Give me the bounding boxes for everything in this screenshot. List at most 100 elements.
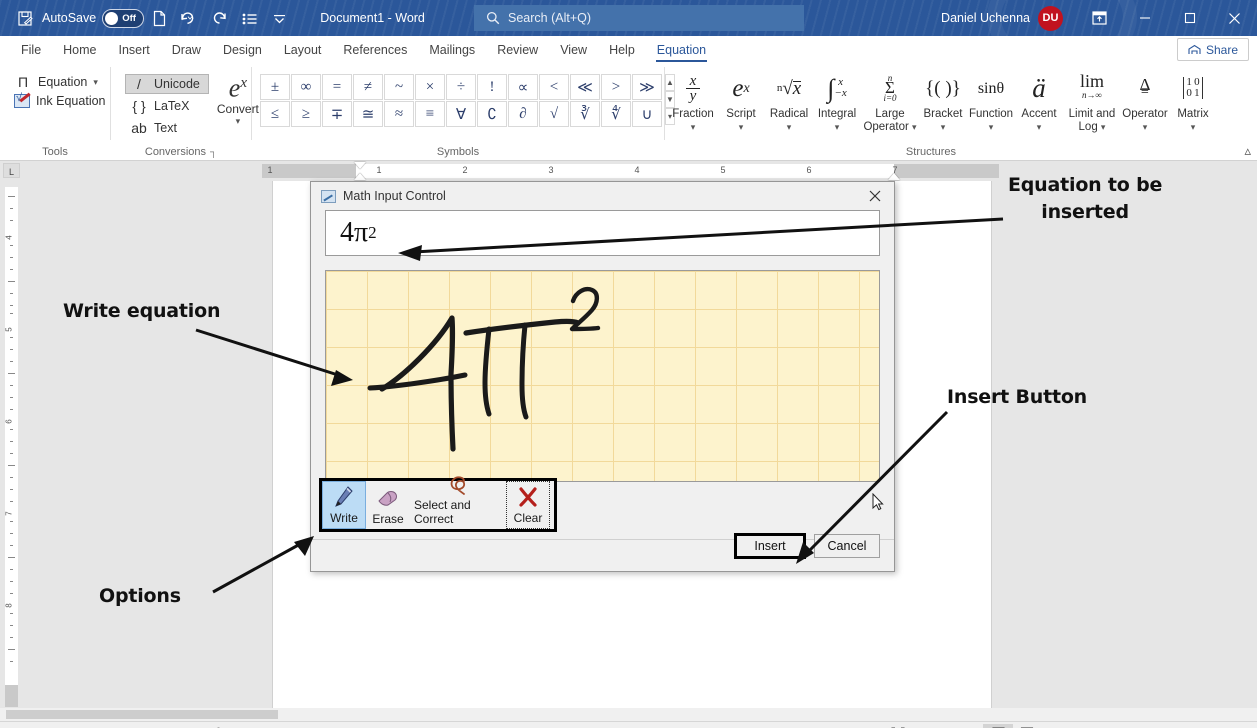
chevron-down-icon[interactable]: ▾ <box>941 121 946 134</box>
dialog-close-button[interactable] <box>862 185 888 207</box>
chevron-down-icon[interactable]: ▾ <box>1101 122 1106 132</box>
conversion-unicode[interactable]: / Unicode <box>125 74 209 94</box>
chevron-down-icon[interactable]: ▾ <box>236 116 241 127</box>
redo-icon[interactable] <box>204 4 234 32</box>
symbol-button[interactable]: < <box>539 74 569 100</box>
new-document-icon[interactable] <box>144 4 174 32</box>
ribbon-display-options-icon[interactable] <box>1077 0 1122 36</box>
tab-help[interactable]: Help <box>598 36 646 63</box>
chevron-down-icon[interactable]: ▾ <box>739 121 744 134</box>
tab-equation[interactable]: Equation <box>646 36 717 63</box>
chevron-down-icon[interactable]: ▾ <box>1143 121 1148 134</box>
symbol-button[interactable]: = <box>322 74 352 100</box>
tab-draw[interactable]: Draw <box>161 36 212 63</box>
symbol-button[interactable]: > <box>601 74 631 100</box>
symbol-button[interactable]: ∞ <box>291 74 321 100</box>
tool-erase[interactable]: Erase <box>366 481 410 529</box>
symbol-button[interactable]: ≪ <box>570 74 600 100</box>
structure-bracket[interactable]: {( )} Bracket ▾ <box>919 68 967 134</box>
structure-function[interactable]: sinθ Function ▾ <box>967 68 1015 134</box>
first-line-indent-marker[interactable] <box>354 162 366 169</box>
symbol-button[interactable]: ∓ <box>322 101 352 127</box>
avatar[interactable]: DU <box>1038 6 1063 31</box>
symbol-button[interactable]: ≡ <box>415 101 445 127</box>
symbol-button[interactable]: √ <box>539 101 569 127</box>
tab-home[interactable]: Home <box>52 36 107 63</box>
conversion-text[interactable]: ab Text <box>125 118 209 138</box>
tab-design[interactable]: Design <box>212 36 273 63</box>
structure-limit-and-log[interactable]: limn→∞ Limit andLog ▾ <box>1063 68 1121 134</box>
structure-integral[interactable]: ∫x−x Integral ▾ <box>813 68 861 134</box>
math-input-control-dialog[interactable]: Math Input Control 4π2 <box>310 181 895 572</box>
tool-write[interactable]: Write <box>322 481 366 529</box>
symbol-button[interactable]: ~ <box>384 74 414 100</box>
symbol-button[interactable]: × <box>415 74 445 100</box>
symbol-button[interactable]: ≠ <box>353 74 383 100</box>
close-button[interactable] <box>1212 0 1257 36</box>
dialog-launcher-icon[interactable]: ┐ <box>210 147 217 158</box>
symbol-button[interactable]: ∛ <box>570 101 600 127</box>
chevron-down-icon[interactable]: ▾ <box>1037 121 1042 134</box>
conversion-latex[interactable]: { } LaTeX <box>125 96 209 116</box>
symbol-button[interactable]: ∝ <box>508 74 538 100</box>
scrollbar-thumb[interactable] <box>6 710 278 719</box>
tab-mailings[interactable]: Mailings <box>418 36 486 63</box>
structure-fraction[interactable]: xy Fraction ▾ <box>669 68 717 134</box>
chevron-down-icon[interactable]: ▾ <box>989 121 994 134</box>
chevron-down-icon[interactable]: ▾ <box>787 121 792 134</box>
symbol-button[interactable]: ∜ <box>601 101 631 127</box>
tab-insert[interactable]: Insert <box>108 36 161 63</box>
bullet-list-icon[interactable] <box>234 4 264 32</box>
customize-quick-access-toolbar-icon[interactable] <box>264 4 294 32</box>
chevron-down-icon[interactable]: ▾ <box>691 121 696 134</box>
ink-equation-button[interactable]: Ink Equation <box>14 94 106 108</box>
web-layout-button[interactable] <box>1013 724 1043 728</box>
chevron-down-icon[interactable]: ▾ <box>93 77 98 88</box>
chevron-down-icon[interactable]: ▾ <box>1191 121 1196 134</box>
tool-clear[interactable]: Clear <box>506 481 550 529</box>
print-layout-button[interactable] <box>983 724 1013 728</box>
chevron-down-icon[interactable]: ▾ <box>912 122 917 132</box>
handwriting-canvas[interactable] <box>325 270 880 482</box>
symbol-button[interactable]: ∁ <box>477 101 507 127</box>
structure-large-operator[interactable]: nΣi=0 LargeOperator ▾ <box>861 68 919 134</box>
tab-layout[interactable]: Layout <box>273 36 333 63</box>
symbol-button[interactable]: ≫ <box>632 74 662 100</box>
share-button[interactable]: Share <box>1177 38 1249 61</box>
symbol-button[interactable]: ∂ <box>508 101 538 127</box>
symbol-button[interactable]: ± <box>260 74 290 100</box>
symbol-button[interactable]: ∪ <box>632 101 662 127</box>
minimize-button[interactable] <box>1122 0 1167 36</box>
tab-stop-selector[interactable]: L <box>3 163 20 178</box>
symbol-button[interactable]: ÷ <box>446 74 476 100</box>
horizontal-scrollbar[interactable] <box>0 708 1257 721</box>
dialog-title-bar[interactable]: Math Input Control <box>311 182 894 210</box>
equation-button[interactable]: Π Equation ▾ <box>14 74 106 90</box>
collapse-ribbon-icon[interactable]: ▵ <box>1244 143 1251 159</box>
chevron-down-icon[interactable]: ▾ <box>835 121 840 134</box>
structure-accent[interactable]: ä Accent ▾ <box>1015 68 1063 134</box>
symbol-button[interactable]: ≤ <box>260 101 290 127</box>
symbol-button[interactable]: ≈ <box>384 101 414 127</box>
read-mode-button[interactable] <box>953 724 983 728</box>
save-icon[interactable] <box>10 4 40 32</box>
symbol-button[interactable]: ! <box>477 74 507 100</box>
structure-matrix[interactable]: 1 00 1 Matrix ▾ <box>1169 68 1217 134</box>
vertical-ruler[interactable]: L 4 5 6 7 8 <box>0 181 22 721</box>
hanging-indent-marker[interactable] <box>354 173 366 180</box>
symbol-button[interactable]: ≅ <box>353 101 383 127</box>
cancel-button[interactable]: Cancel <box>814 534 880 558</box>
search-box[interactable]: Search (Alt+Q) <box>474 5 804 31</box>
tab-view[interactable]: View <box>549 36 598 63</box>
symbol-button[interactable]: ∀ <box>446 101 476 127</box>
undo-icon[interactable] <box>174 4 204 32</box>
symbol-button[interactable]: ≥ <box>291 101 321 127</box>
structure-radical[interactable]: n√x Radical ▾ <box>765 68 813 134</box>
insert-button[interactable]: Insert <box>734 533 806 559</box>
right-indent-marker[interactable] <box>888 173 900 180</box>
tool-select-and-correct[interactable]: Select and Correct <box>410 481 506 529</box>
tab-references[interactable]: References <box>332 36 418 63</box>
structure-script[interactable]: ex Script ▾ <box>717 68 765 134</box>
maximize-button[interactable] <box>1167 0 1212 36</box>
tab-review[interactable]: Review <box>486 36 549 63</box>
